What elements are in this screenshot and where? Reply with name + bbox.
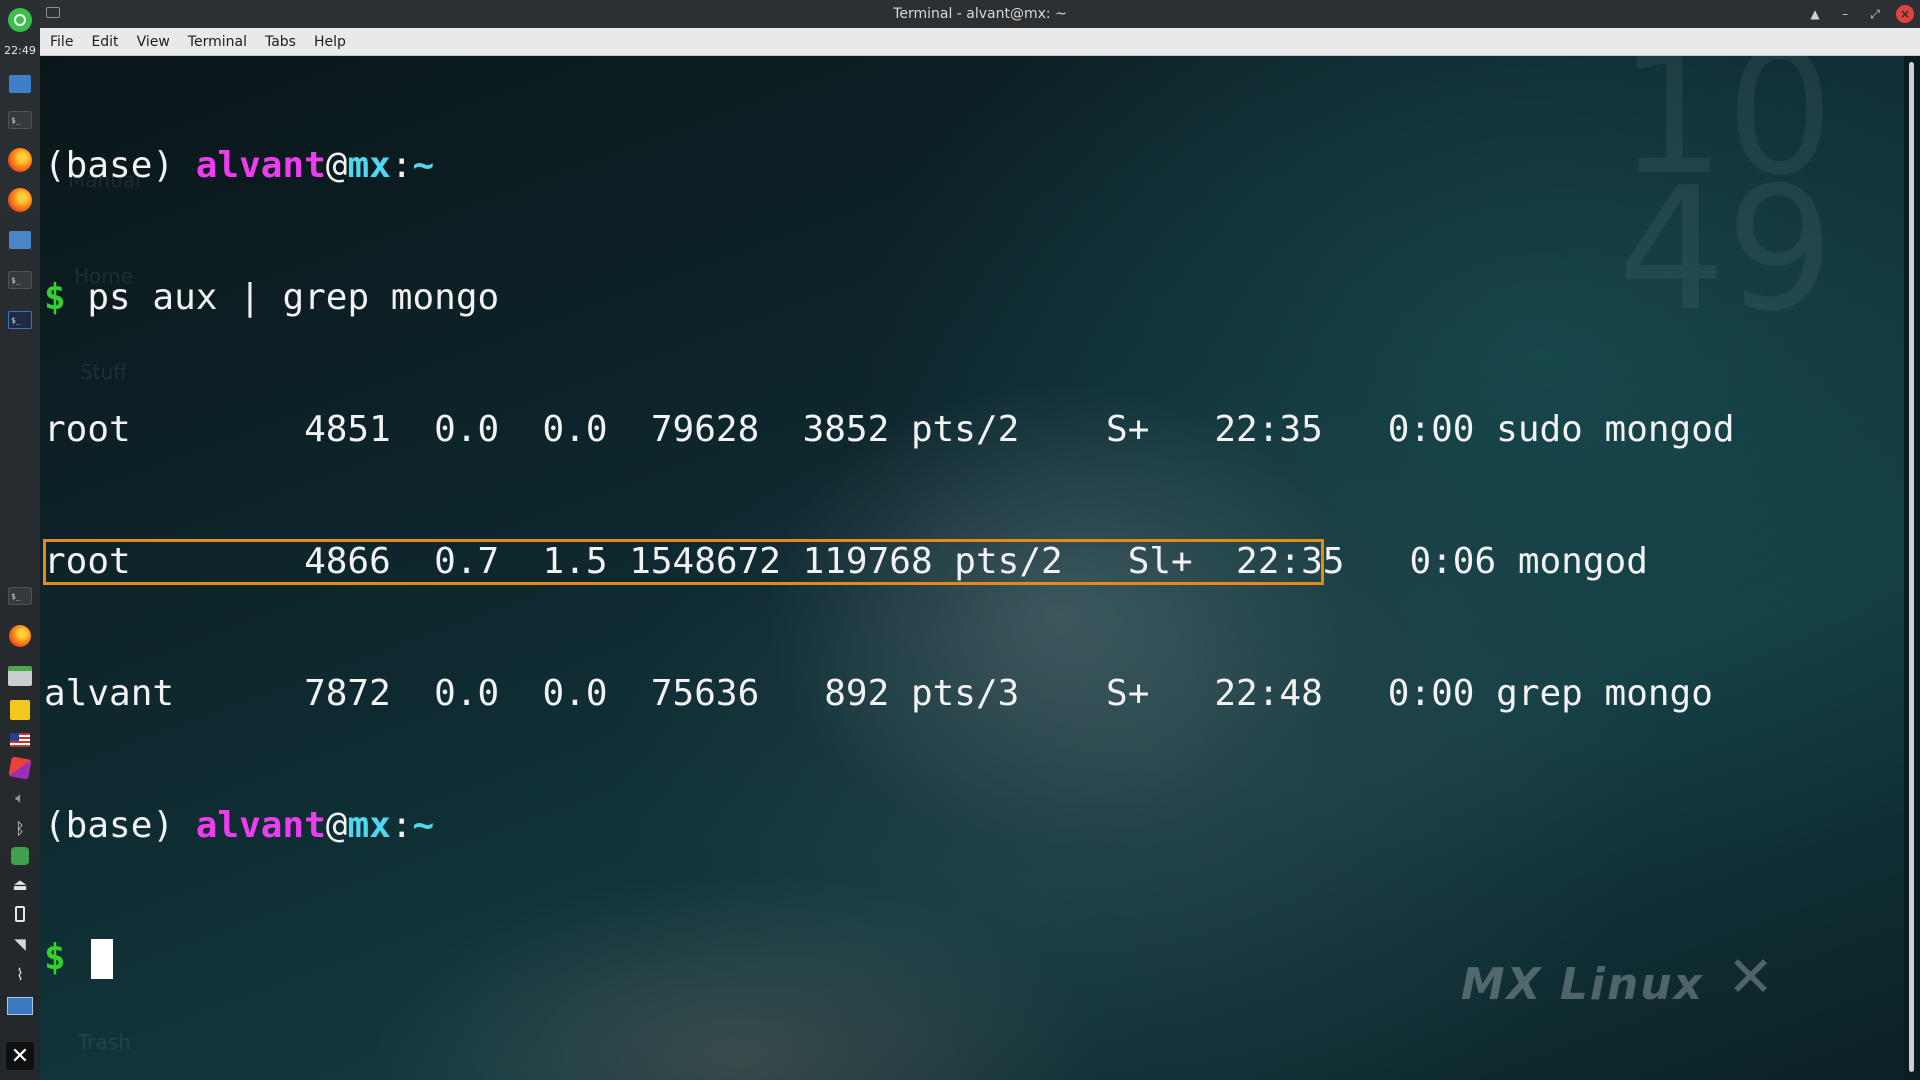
- firefox-icon[interactable]: [6, 186, 34, 214]
- maximize-button[interactable]: ⤢: [1866, 5, 1884, 23]
- terminal-icon[interactable]: $_: [6, 306, 34, 334]
- shade-button[interactable]: ▲: [1806, 5, 1824, 23]
- firefox-icon[interactable]: [6, 622, 34, 650]
- home-icon[interactable]: [6, 70, 34, 98]
- terminal-icon[interactable]: $_: [6, 582, 34, 610]
- process-row: root 4851 0.0 0.0 79628 3852 pts/2 S+ 22…: [44, 409, 1735, 450]
- window-title: Terminal - alvant@mx: ~: [893, 6, 1067, 22]
- close-button[interactable]: ×: [1896, 5, 1914, 23]
- terminal-output: (base) alvant@mx:~ $ ps aux | grep mongo…: [43, 56, 1735, 1068]
- downloads-icon[interactable]: [6, 226, 34, 254]
- menu-edit[interactable]: Edit: [82, 34, 127, 50]
- menu-terminal[interactable]: Terminal: [179, 34, 256, 50]
- process-row-highlighted: root 4866 0.7 1.5 1548672 119768 pts/2 S…: [43, 539, 1648, 585]
- prompt-dollar: $: [44, 277, 66, 318]
- text-cursor: [91, 939, 114, 979]
- prompt-env: (base): [44, 145, 175, 186]
- menu-tabs[interactable]: Tabs: [256, 34, 305, 50]
- terminal-area[interactable]: Manual Home Stuff Trash 10 49 MX Linux ✕…: [40, 56, 1904, 1080]
- command-line: $ ps aux | grep mongo: [44, 276, 1735, 320]
- prompt-env: (base): [44, 805, 175, 846]
- menu-file[interactable]: File: [40, 34, 82, 50]
- prompt-dir: ~: [412, 805, 435, 846]
- prompt-at: @: [325, 805, 348, 846]
- prompt-sep: :: [390, 805, 413, 846]
- prompt-line: (base) alvant@mx:~: [44, 144, 1735, 188]
- window-titlebar[interactable]: Terminal - alvant@mx: ~ ▲ – ⤢ ×: [40, 0, 1920, 28]
- prompt-user: alvant: [195, 145, 326, 186]
- prompt-at: @: [325, 145, 348, 186]
- prompt-line: (base) alvant@mx:~: [44, 804, 1735, 848]
- show-desktop-icon[interactable]: [6, 992, 34, 1020]
- mx-x-icon[interactable]: ✕: [6, 1042, 34, 1070]
- prompt-host: mx: [347, 145, 391, 186]
- menu-bar: File Edit View Terminal Tabs Help: [40, 28, 1920, 56]
- menu-help[interactable]: Help: [305, 34, 355, 50]
- terminal-icon[interactable]: $_: [6, 106, 34, 134]
- prompt-dollar: $: [44, 937, 66, 978]
- mx-logo-icon[interactable]: [6, 6, 34, 34]
- process-row: alvant 7872 0.0 0.0 75636 892 pts/3 S+ 2…: [44, 673, 1713, 714]
- prompt-sep: :: [390, 145, 413, 186]
- battery-icon[interactable]: [6, 900, 34, 928]
- bluetooth-icon[interactable]: ᛒ: [6, 814, 34, 842]
- prompt-dir: ~: [412, 145, 435, 186]
- firefox-icon[interactable]: [6, 146, 34, 174]
- eject-icon[interactable]: ⏏: [6, 870, 34, 898]
- command-text: ps aux | grep mongo: [87, 277, 500, 318]
- panel-clock[interactable]: 22:49: [0, 44, 40, 57]
- scrollbar-thumb[interactable]: [1909, 62, 1914, 1072]
- volume-icon[interactable]: 🔈︎: [6, 784, 34, 812]
- updater-icon[interactable]: [6, 842, 34, 870]
- clip-icon[interactable]: ⌇: [6, 960, 34, 988]
- prompt-host: mx: [347, 805, 391, 846]
- menu-view[interactable]: View: [128, 34, 179, 50]
- side-panel: 22:49 $_ $_ $_ $_ 🔈︎ ᛒ ⏏ ◥ ⌇ ✕: [0, 0, 41, 1080]
- input-line[interactable]: $: [44, 936, 1735, 980]
- file-manager-icon[interactable]: [6, 662, 34, 690]
- minimize-button[interactable]: –: [1836, 5, 1854, 23]
- package-icon[interactable]: [6, 754, 34, 782]
- prompt-user: alvant: [195, 805, 326, 846]
- keyboard-layout-flag-icon[interactable]: [6, 726, 34, 754]
- terminal-scrollbar[interactable]: [1904, 56, 1920, 1080]
- notes-icon[interactable]: [6, 696, 34, 724]
- network-icon[interactable]: ◥: [6, 930, 34, 958]
- terminal-icon[interactable]: $_: [6, 266, 34, 294]
